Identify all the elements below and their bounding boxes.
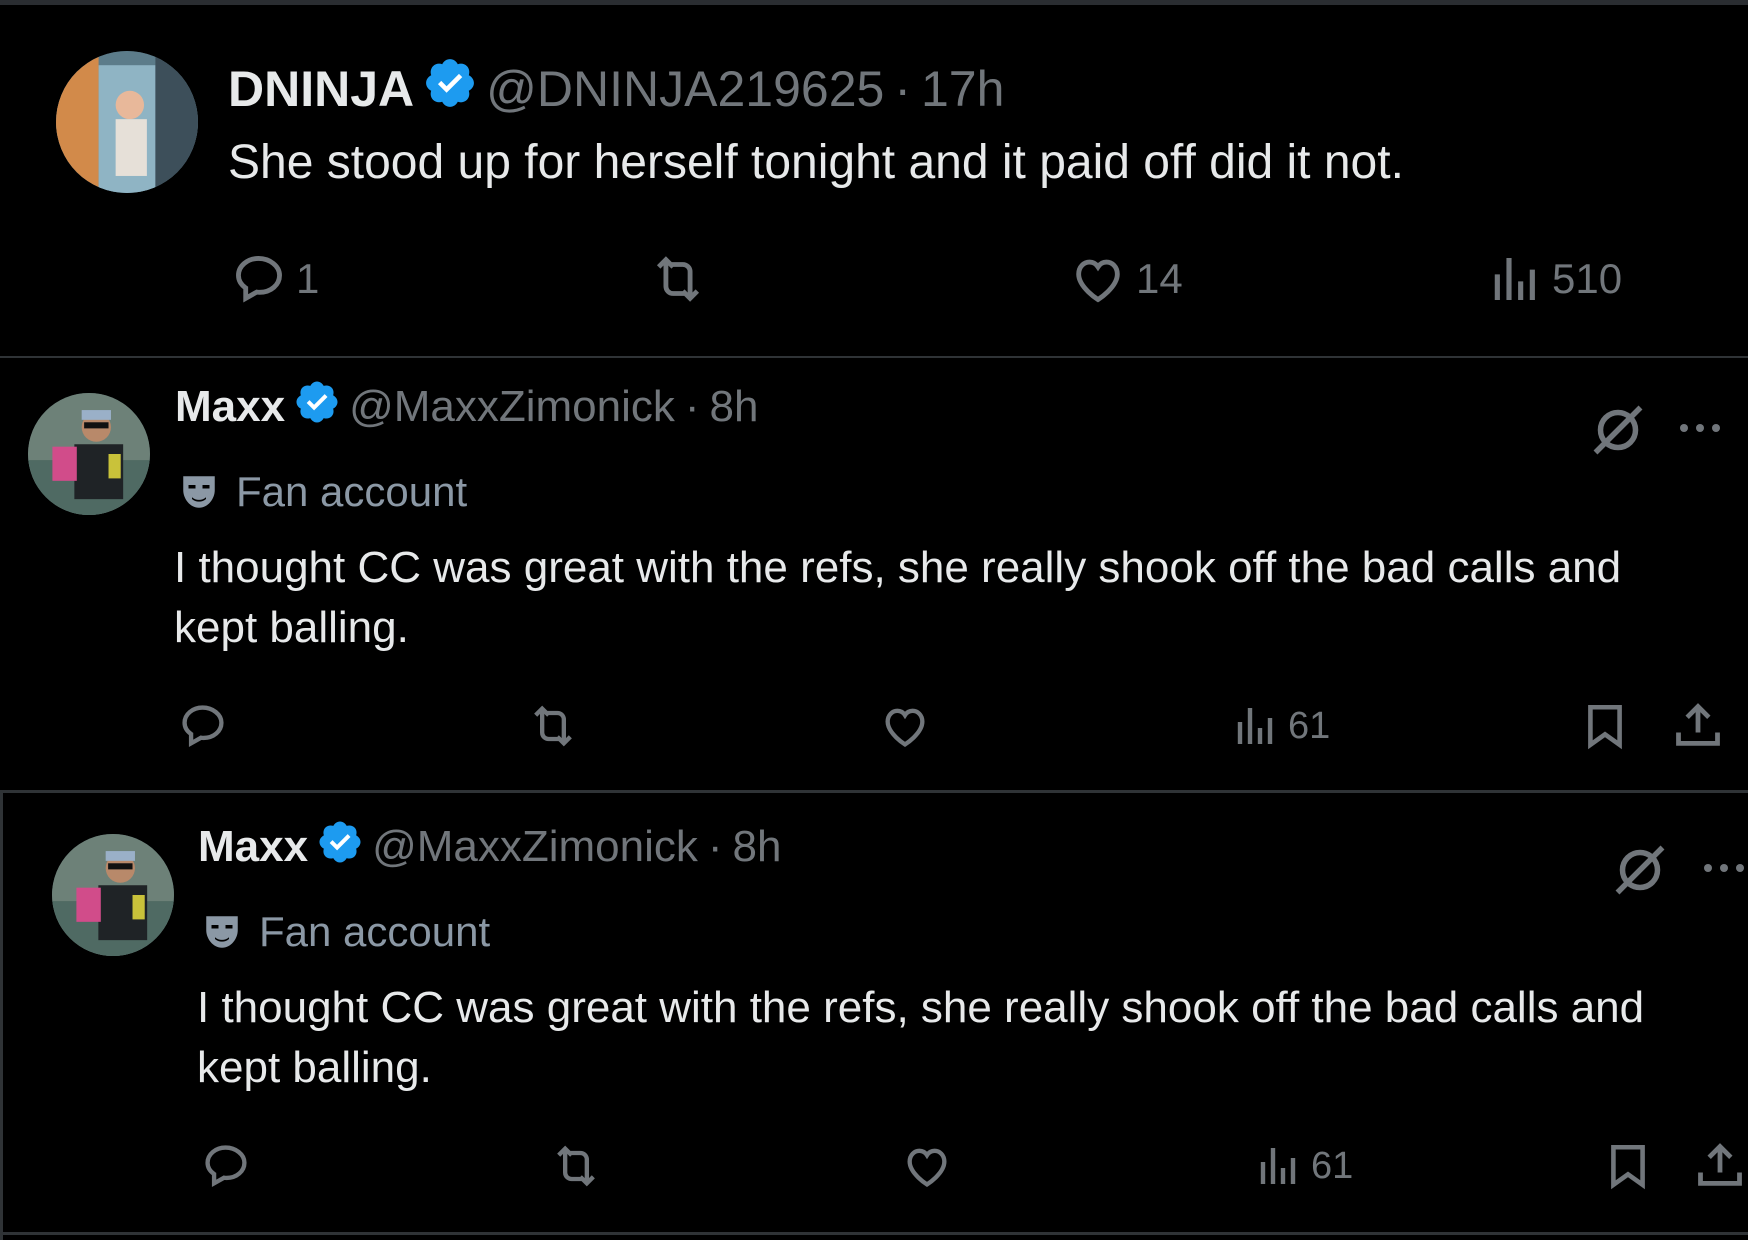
repost-button[interactable] xyxy=(646,250,710,308)
reply-count: 1 xyxy=(296,255,320,302)
views-icon xyxy=(1237,708,1273,744)
timestamp[interactable]: 17h xyxy=(921,60,1004,118)
like-count: 14 xyxy=(1136,255,1183,302)
verified-badge-icon xyxy=(422,55,478,123)
avatar[interactable] xyxy=(56,51,198,193)
like-button[interactable] xyxy=(878,700,932,752)
like-icon xyxy=(1076,259,1120,303)
views-button[interactable]: 61 xyxy=(1255,1140,1353,1192)
tweet-text-line: kept balling. xyxy=(197,1043,432,1092)
author-name[interactable]: Maxx xyxy=(198,822,308,872)
share-button[interactable] xyxy=(1694,1138,1746,1194)
reply-icon xyxy=(205,1145,247,1188)
avatar[interactable] xyxy=(52,834,174,956)
views-icon xyxy=(1260,1148,1296,1184)
tweet-maxx-2[interactable]: Maxx @MaxxZimonick · 8h Fan account I th… xyxy=(0,798,1748,1228)
fan-account-label: Fan account xyxy=(236,468,468,515)
grok-icon[interactable] xyxy=(1588,400,1648,460)
views-button[interactable]: 510 xyxy=(1488,250,1622,308)
share-button[interactable] xyxy=(1672,698,1724,754)
divider xyxy=(0,1232,1748,1235)
author-handle[interactable]: @MaxxZimonick xyxy=(372,822,698,872)
separator: · xyxy=(684,382,700,431)
more-button[interactable] xyxy=(1700,856,1744,880)
reply-icon xyxy=(182,705,224,748)
divider xyxy=(0,790,1748,793)
author-name[interactable]: DNINJA xyxy=(228,60,414,118)
tweet-text-line: I thought CC was great with the refs, sh… xyxy=(174,543,1622,592)
reply-button[interactable] xyxy=(177,700,229,752)
verified-badge-icon xyxy=(316,818,364,877)
mask-icon xyxy=(206,916,238,948)
tweet-text-line: kept balling. xyxy=(174,603,409,652)
verified-badge-icon xyxy=(293,378,341,437)
avatar-image xyxy=(56,51,198,193)
share-icon xyxy=(1698,1143,1742,1186)
bookmark-icon xyxy=(1611,1144,1645,1190)
like-icon xyxy=(907,1148,947,1187)
repost-icon xyxy=(534,705,572,747)
repost-icon xyxy=(557,1145,595,1187)
bookmark-icon xyxy=(1588,704,1622,750)
views-button[interactable]: 61 xyxy=(1232,700,1330,752)
author-name[interactable]: Maxx xyxy=(175,382,285,432)
bookmark-button[interactable] xyxy=(1580,698,1630,754)
tweet-text: She stood up for herself tonight and it … xyxy=(228,136,1404,189)
view-count: 510 xyxy=(1552,255,1623,302)
timestamp[interactable]: 8h xyxy=(710,382,759,432)
mask-icon xyxy=(183,476,215,508)
more-icon xyxy=(1704,864,1744,872)
reply-icon xyxy=(236,256,282,303)
repost-icon xyxy=(656,256,700,302)
grok-icon[interactable] xyxy=(1610,840,1670,900)
tweet-dninja[interactable]: DNINJA @DNINJA219625 · 17h She stood up … xyxy=(0,5,1748,357)
tweet-maxx-1[interactable]: Maxx @MaxxZimonick · 8h Fan account I th… xyxy=(0,358,1748,788)
views-icon xyxy=(1494,258,1535,300)
more-icon xyxy=(1680,424,1720,432)
like-button[interactable] xyxy=(900,1140,954,1192)
view-count: 61 xyxy=(1288,704,1331,747)
fan-account-label: Fan account xyxy=(259,908,491,955)
bookmark-button[interactable] xyxy=(1603,1138,1653,1194)
reply-button[interactable]: 1 xyxy=(230,250,319,308)
share-icon xyxy=(1676,703,1720,746)
avatar-image xyxy=(28,393,150,515)
tweet-text-line: I thought CC was great with the refs, sh… xyxy=(197,983,1645,1032)
like-icon xyxy=(885,708,925,747)
view-count: 61 xyxy=(1311,1144,1354,1187)
repost-button[interactable] xyxy=(524,700,582,752)
like-button[interactable]: 14 xyxy=(1068,250,1183,308)
separator: · xyxy=(894,61,911,117)
avatar[interactable] xyxy=(28,393,150,515)
author-handle[interactable]: @MaxxZimonick xyxy=(349,382,675,432)
author-handle[interactable]: @DNINJA219625 xyxy=(486,60,884,118)
reply-button[interactable] xyxy=(200,1140,252,1192)
repost-button[interactable] xyxy=(547,1140,605,1192)
timestamp[interactable]: 8h xyxy=(733,822,782,872)
separator: · xyxy=(707,822,723,871)
more-button[interactable] xyxy=(1676,416,1724,440)
avatar-image xyxy=(52,834,174,956)
